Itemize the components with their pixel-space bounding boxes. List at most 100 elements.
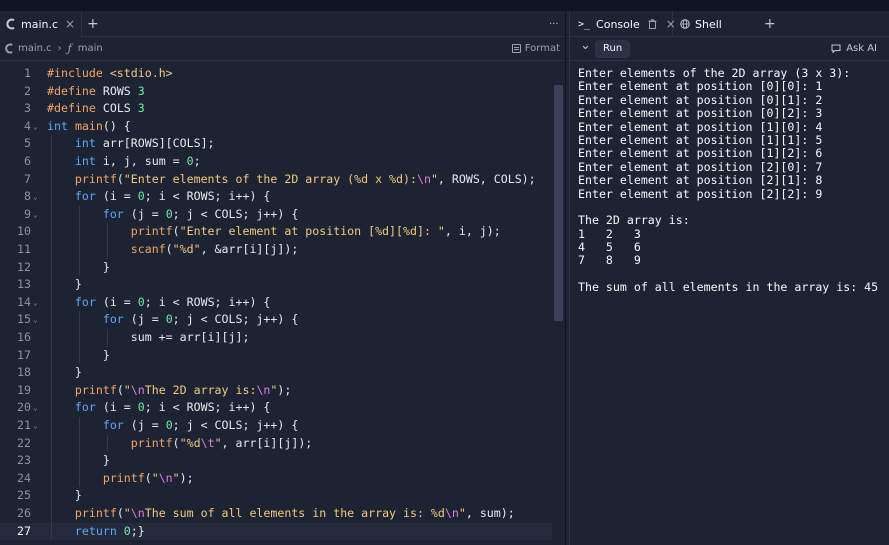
trash-icon[interactable] — [648, 19, 657, 29]
line-number: 16 — [17, 330, 31, 344]
code-line[interactable]: 14 ⌄ for (i = 0; i < ROWS; i++) { — [0, 294, 552, 312]
code-text: int main() { — [47, 118, 131, 133]
code-line[interactable]: 5 int arr[ROWS][COLS]; — [0, 135, 552, 153]
line-number: 25 — [17, 488, 31, 503]
line-number: 12 — [17, 259, 31, 274]
breadcrumb-file[interactable]: main.c — [18, 43, 52, 54]
console-line: The 2D array is: — [578, 213, 690, 228]
code-line[interactable]: 9 ⌄ for (j = 0; j < COLS; j++) { — [0, 206, 552, 224]
code-line[interactable]: 3 #define COLS 3 — [0, 100, 552, 118]
line-number: 9 — [24, 206, 31, 221]
indent-guide — [79, 205, 80, 277]
code-line[interactable]: 20 ⌄ for (i = 0; i < ROWS; i++) { — [0, 399, 552, 417]
code-text: printf("%d\t", arr[i][j]); — [130, 435, 313, 450]
tab-console[interactable]: >_ Console × — [570, 11, 676, 37]
line-number: 1 — [24, 66, 31, 80]
line-number: 23 — [17, 453, 31, 468]
line-number: 13 — [17, 277, 31, 292]
add-tab-button[interactable]: + — [764, 11, 776, 37]
line-number: 15 — [17, 312, 31, 327]
tab-shell[interactable]: Shell — [680, 11, 722, 37]
fold-chevron-icon[interactable]: ⌄ — [33, 206, 41, 224]
format-label: Format — [524, 43, 560, 54]
code-line[interactable]: 6 int i, j, sum = 0; — [0, 153, 552, 171]
code-line[interactable]: 2 #define ROWS 3 — [0, 83, 552, 101]
fold-chevron-icon[interactable]: ⌄ — [33, 399, 41, 417]
close-icon[interactable]: × — [666, 17, 676, 31]
format-icon — [511, 44, 521, 53]
breadcrumb-function[interactable]: main — [78, 43, 103, 54]
code-text: int arr[ROWS][COLS]; — [74, 136, 215, 151]
function-icon: ƒ — [67, 42, 72, 55]
code-line[interactable]: 15 ⌄ for (j = 0; j < COLS; j++) { — [0, 311, 552, 329]
ask-ai-button[interactable]: Ask AI — [831, 43, 877, 54]
line-number: 7 — [24, 171, 31, 186]
code-line[interactable]: 7 printf("Enter elements of the 2D array… — [0, 171, 552, 189]
code-text: for (j = 0; j < COLS; j++) { — [102, 312, 299, 327]
ask-ai-label: Ask AI — [846, 43, 877, 54]
code-editor[interactable]: 1 #include <stdio.h> 2 #define ROWS 3 3 #defi… — [0, 62, 565, 545]
editor-pane: main.c × + ··· main.c › ƒ main Format 1 #… — [0, 11, 566, 545]
indent-guide — [79, 311, 80, 365]
code-line[interactable]: 12 } — [0, 259, 552, 277]
editor-tab-bar: main.c × + ··· — [0, 11, 565, 37]
code-line[interactable]: 17 } — [0, 347, 552, 365]
window-top-strip — [0, 0, 889, 11]
run-button[interactable]: Run — [595, 40, 631, 58]
code-text: } — [47, 277, 82, 292]
editor-scrollbar[interactable] — [554, 85, 563, 321]
format-button[interactable]: Format — [511, 43, 560, 54]
code-text: for (i = 0; i < ROWS; i++) { — [74, 400, 271, 415]
code-line[interactable]: 24 printf("\n"); — [0, 470, 552, 488]
c-language-icon — [4, 43, 14, 54]
code-text: } — [47, 365, 82, 380]
code-text: sum += arr[i][j]; — [47, 330, 250, 344]
fold-chevron-icon[interactable]: ⌄ — [33, 294, 41, 312]
code-line[interactable]: 21 ⌄ for (j = 0; j < COLS; j++) { — [0, 417, 552, 435]
line-number: 19 — [17, 382, 31, 397]
code-line[interactable]: 25 } — [0, 487, 552, 505]
code-line[interactable]: 10 printf("Enter element at position [%d… — [0, 223, 552, 241]
code-line[interactable]: 8 ⌄ for (i = 0; i < ROWS; i++) { — [0, 188, 552, 206]
tab-main-c[interactable]: main.c × — [0, 11, 82, 37]
line-number: 24 — [17, 470, 31, 485]
code-line[interactable]: 13 } — [0, 276, 552, 294]
code-line[interactable]: 19 printf("\nThe 2D array is:\n"); — [0, 382, 552, 400]
ask-ai-icon — [831, 44, 841, 53]
code-line[interactable]: 22 printf("%d\t", arr[i][j]); — [0, 435, 552, 453]
console-pane: >_ Console × Shell + ⌄ Run Ask AI Enter … — [569, 11, 889, 545]
fold-chevron-icon[interactable]: ⌄ — [33, 118, 41, 136]
code-line[interactable]: 23 } — [0, 452, 552, 470]
code-line[interactable]: 27 return 0;} — [0, 522, 552, 541]
code-text: #include <stdio.h> — [47, 66, 173, 80]
code-text: printf("\nThe 2D array is:\n"); — [74, 382, 292, 397]
code-line[interactable]: 16 sum += arr[i][j]; — [0, 329, 552, 347]
fold-chevron-icon[interactable]: ⌄ — [33, 188, 41, 206]
console-line: Enter element at position [1][1]: 5 — [578, 132, 823, 147]
close-icon[interactable]: × — [65, 17, 75, 31]
console-output[interactable]: Enter elements of the 2D array (3 x 3): E… — [578, 66, 881, 295]
tab-label: main.c — [21, 17, 59, 31]
chevron-down-icon[interactable]: ⌄ — [580, 38, 591, 53]
code-line[interactable]: 26 printf("\nThe sum of all elements in … — [0, 505, 552, 523]
line-number: 5 — [24, 136, 31, 151]
code-text: for (i = 0; i < ROWS; i++) { — [74, 294, 271, 309]
code-line[interactable]: 18 } — [0, 364, 552, 382]
line-number: 20 — [17, 400, 31, 415]
code-text: for (j = 0; j < COLS; j++) { — [102, 206, 299, 221]
line-number: 27 — [17, 523, 31, 538]
console-line: Enter element at position [0][0]: 1 — [578, 79, 823, 94]
code-text: #define ROWS 3 — [47, 83, 145, 98]
fold-chevron-icon[interactable]: ⌄ — [33, 417, 41, 435]
add-tab-button[interactable]: + — [87, 11, 99, 37]
code-text: printf("\nThe sum of all elements in the… — [74, 506, 515, 520]
code-line[interactable]: 11 scanf("%d", &arr[i][j]); — [0, 241, 552, 259]
line-number: 11 — [17, 242, 31, 256]
code-line[interactable]: 4 ⌄ int main() { — [0, 118, 552, 136]
fold-chevron-icon[interactable]: ⌄ — [33, 311, 41, 329]
more-options-icon[interactable]: ··· — [549, 11, 559, 37]
code-line[interactable]: 1 #include <stdio.h> — [0, 65, 552, 83]
code-text: printf("\n"); — [102, 470, 194, 485]
indent-guide — [107, 223, 108, 259]
